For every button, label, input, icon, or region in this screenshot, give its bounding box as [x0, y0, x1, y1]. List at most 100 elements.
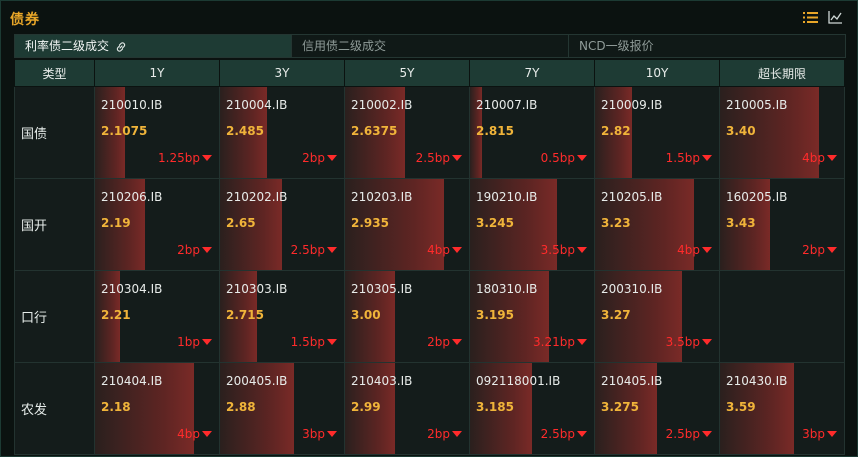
bond-code: 210002.IB [351, 98, 413, 112]
tab-2[interactable]: 信用债二级成交 [292, 35, 569, 57]
column-header: 7Y [469, 59, 595, 87]
tab-1[interactable]: 利率债二级成交 [15, 35, 292, 57]
bond-code: 160205.IB [726, 190, 788, 204]
bond-code: 200405.IB [226, 374, 288, 388]
yield-change: 3.5bp [666, 335, 712, 349]
bond-panel: 债券 利率债二级成交 信用债二级成交 NCD一级报价 类型 1Y 3Y 5Y 7Y 10Y 超长… [0, 0, 858, 457]
bond-cell[interactable]: 210009.IB 2.82 1.5bp [594, 86, 720, 179]
bond-cell [719, 270, 845, 363]
down-triangle-icon [702, 431, 712, 437]
bond-code: 190210.IB [476, 190, 538, 204]
down-triangle-icon [202, 247, 212, 253]
bond-yield: 2.19 [101, 216, 131, 230]
table-row: 口行 210304.IB 2.21 1bp 210303.IB 2.715 1.5bp 210… [14, 270, 845, 363]
bond-cell[interactable]: 210010.IB 2.1075 1.25bp [94, 86, 220, 179]
yield-change-value: 4bp [677, 243, 700, 257]
bond-yield: 3.00 [351, 308, 381, 322]
line-chart-icon[interactable] [828, 11, 843, 24]
down-triangle-icon [702, 155, 712, 161]
bond-cell[interactable]: 210405.IB 3.275 2.5bp [594, 362, 720, 455]
yield-change: 0.5bp [541, 151, 587, 165]
yield-change: 2.5bp [416, 151, 462, 165]
bond-cell[interactable]: 160205.IB 3.43 2bp [719, 178, 845, 271]
bond-cell[interactable]: 210403.IB 2.99 2bp [344, 362, 470, 455]
bond-yield: 3.40 [726, 124, 756, 138]
bond-cell[interactable]: 210002.IB 2.6375 2.5bp [344, 86, 470, 179]
tab-bar: 利率债二级成交 信用债二级成交 NCD一级报价 [14, 34, 846, 58]
yield-change: 2.5bp [541, 427, 587, 441]
list-icon[interactable] [803, 11, 818, 24]
tab-label: NCD一级报价 [579, 39, 654, 53]
bond-yield: 3.275 [601, 400, 639, 414]
down-triangle-icon [202, 431, 212, 437]
bond-yield: 3.27 [601, 308, 631, 322]
yield-change-value: 3bp [302, 427, 325, 441]
bond-yield: 2.18 [101, 400, 131, 414]
bond-yield: 2.82 [601, 124, 631, 138]
tab-3[interactable]: NCD一级报价 [569, 35, 845, 57]
yield-change: 1.5bp [666, 151, 712, 165]
down-triangle-icon [827, 247, 837, 253]
down-triangle-icon [202, 155, 212, 161]
yield-change-value: 3.21bp [533, 335, 575, 349]
bond-cell[interactable]: 210430.IB 3.59 3bp [719, 362, 845, 455]
bond-cell[interactable]: 200405.IB 2.88 3bp [219, 362, 345, 455]
yield-change: 2.5bp [666, 427, 712, 441]
yield-change: 2.5bp [291, 243, 337, 257]
column-header: 5Y [344, 59, 470, 87]
yield-change: 4bp [677, 243, 712, 257]
bond-yield: 3.59 [726, 400, 756, 414]
row-type-label: 农发 [14, 362, 95, 455]
bond-cell[interactable]: 200310.IB 3.27 3.5bp [594, 270, 720, 363]
header-toolbar [803, 11, 843, 24]
bond-code: 200310.IB [601, 282, 663, 296]
bond-code: 210404.IB [101, 374, 163, 388]
column-header: 10Y [594, 59, 720, 87]
link-icon[interactable] [115, 41, 127, 53]
yield-change: 1bp [177, 335, 212, 349]
yield-change: 2bp [177, 243, 212, 257]
yield-change: 3.21bp [533, 335, 587, 349]
panel-title: 债券 [10, 12, 40, 28]
down-triangle-icon [327, 155, 337, 161]
down-triangle-icon [327, 339, 337, 345]
bond-code: 210005.IB [726, 98, 788, 112]
bond-cell[interactable]: 092118001.IB 3.185 2.5bp [469, 362, 595, 455]
row-type-label: 国开 [14, 178, 95, 271]
bond-cell[interactable]: 210304.IB 2.21 1bp [94, 270, 220, 363]
yield-change: 3.5bp [541, 243, 587, 257]
bond-cell[interactable]: 210206.IB 2.19 2bp [94, 178, 220, 271]
bond-cell[interactable]: 210202.IB 2.65 2.5bp [219, 178, 345, 271]
down-triangle-icon [327, 247, 337, 253]
yield-change-value: 1.5bp [290, 335, 325, 349]
table-header-row: 类型 1Y 3Y 5Y 7Y 10Y 超长期限 [14, 59, 845, 87]
bond-cell[interactable]: 210303.IB 2.715 1.5bp [219, 270, 345, 363]
down-triangle-icon [452, 339, 462, 345]
bond-cell[interactable]: 190210.IB 3.245 3.5bp [469, 178, 595, 271]
bond-cell[interactable]: 210305.IB 3.00 2bp [344, 270, 470, 363]
bond-cell[interactable]: 210404.IB 2.18 4bp [94, 362, 220, 455]
bond-code: 210405.IB [601, 374, 663, 388]
yield-change-value: 3bp [802, 427, 825, 441]
bond-cell[interactable]: 210205.IB 3.23 4bp [594, 178, 720, 271]
yield-change: 4bp [177, 427, 212, 441]
yield-change-value: 4bp [177, 427, 200, 441]
bond-code: 180310.IB [476, 282, 538, 296]
bond-cell[interactable]: 210203.IB 2.935 4bp [344, 178, 470, 271]
bond-cell[interactable]: 210007.IB 2.815 0.5bp [469, 86, 595, 179]
column-header-type: 类型 [14, 59, 95, 87]
bond-yield: 3.195 [476, 308, 514, 322]
row-type-label: 国债 [14, 86, 95, 179]
down-triangle-icon [702, 247, 712, 253]
bond-cell[interactable]: 210005.IB 3.40 4bp [719, 86, 845, 179]
yield-change-value: 2bp [302, 151, 325, 165]
yield-change-value: 1bp [177, 335, 200, 349]
bond-code: 210010.IB [101, 98, 163, 112]
yield-change: 3bp [302, 427, 337, 441]
bond-cell[interactable]: 210004.IB 2.485 2bp [219, 86, 345, 179]
yield-change: 3bp [802, 427, 837, 441]
yield-change: 2bp [802, 243, 837, 257]
bond-cell[interactable]: 180310.IB 3.195 3.21bp [469, 270, 595, 363]
bond-code: 092118001.IB [476, 374, 561, 388]
bond-yield: 2.88 [226, 400, 256, 414]
